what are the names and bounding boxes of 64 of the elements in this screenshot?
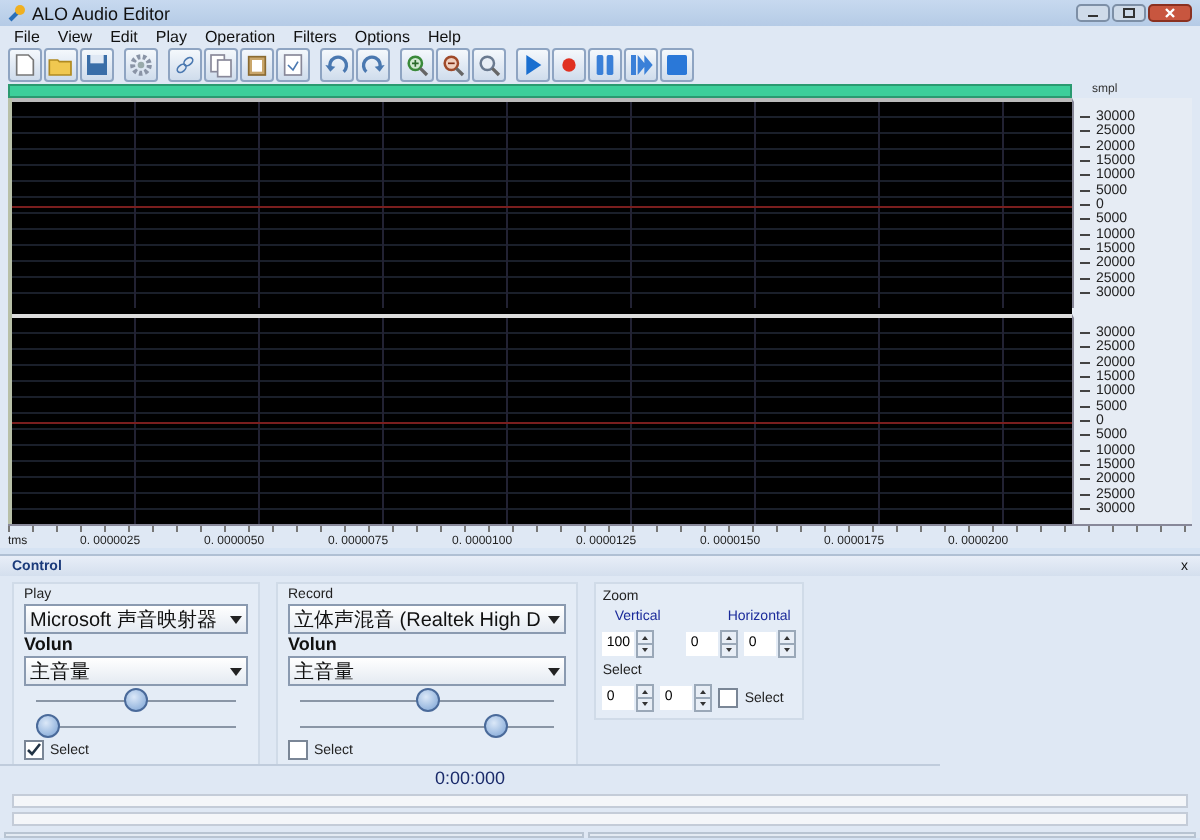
toolbar-button[interactable]: [204, 48, 238, 82]
menu-item[interactable]: Edit: [110, 27, 138, 45]
page-icon: [278, 50, 308, 80]
dropdown[interactable]: 立体声混音 (Realtek High D: [288, 604, 567, 634]
zoom-in-icon: [402, 50, 432, 80]
toolbar-button[interactable]: [400, 48, 434, 82]
toolbar-button[interactable]: [80, 48, 114, 82]
zoom-out-icon: [438, 50, 468, 80]
toolbar-button[interactable]: [320, 48, 354, 82]
dropdown[interactable]: 主音量: [24, 656, 248, 686]
menu-item[interactable]: Operation: [204, 27, 276, 45]
slider-thumb[interactable]: [484, 714, 509, 738]
spin-button[interactable]: [778, 630, 797, 658]
spin-button[interactable]: [636, 630, 655, 658]
menu-item[interactable]: Help: [427, 27, 461, 45]
fast-forward-icon: [626, 50, 656, 80]
menu-item[interactable]: Options: [354, 27, 410, 45]
minimize-button[interactable]: [1076, 4, 1110, 22]
toolbar-button[interactable]: [588, 48, 622, 82]
dropdown[interactable]: Microsoft 声音映射器: [24, 604, 248, 634]
toolbar-button[interactable]: [516, 48, 550, 82]
toolbar-button[interactable]: [44, 48, 78, 82]
horizontal-scrollbar[interactable]: [8, 84, 1072, 98]
menu-item[interactable]: View: [57, 27, 93, 45]
maximize-button[interactable]: [1112, 4, 1146, 22]
caret-icon: [548, 615, 561, 623]
menu-item[interactable]: Play: [155, 27, 187, 45]
magnifier-icon: [474, 50, 504, 80]
spin-button[interactable]: [636, 684, 655, 712]
time-display: 0:00:000: [0, 764, 940, 792]
window-title: ALO Audio Editor: [32, 3, 173, 23]
caret-icon: [548, 667, 561, 675]
checkbox[interactable]: [24, 740, 44, 760]
copy-icon: [206, 50, 236, 80]
caret-icon: [230, 667, 242, 675]
toolbar-button[interactable]: [168, 48, 202, 82]
stop-icon: [662, 50, 692, 80]
toolbar-button[interactable]: [472, 48, 506, 82]
app-icon: [8, 4, 26, 22]
caret-icon: [230, 615, 242, 623]
toolbar-button[interactable]: [124, 48, 158, 82]
volume-label: Volun: [24, 636, 75, 654]
document-icon: [10, 50, 40, 80]
waveform-display[interactable]: [8, 98, 1072, 524]
spin-button[interactable]: [720, 630, 739, 658]
spin-button[interactable]: [694, 684, 713, 712]
checkbox[interactable]: [288, 740, 308, 760]
toolbar-button[interactable]: [552, 48, 586, 82]
toolbar-button[interactable]: [624, 48, 658, 82]
gear-icon: [126, 50, 156, 80]
menu-item[interactable]: File: [14, 27, 40, 45]
toolbar-button[interactable]: [436, 48, 470, 82]
toolbar-button[interactable]: [8, 48, 42, 82]
close-button[interactable]: [1148, 4, 1192, 22]
slider-thumb[interactable]: [415, 688, 440, 712]
slider-thumb[interactable]: [36, 714, 60, 738]
toolbar-button[interactable]: [660, 48, 694, 82]
slider-thumb[interactable]: [124, 688, 148, 712]
toolbar-button[interactable]: [356, 48, 390, 82]
dropdown[interactable]: 主音量: [288, 656, 567, 686]
menu-item[interactable]: Filters: [293, 27, 337, 45]
checkbox[interactable]: [718, 688, 739, 708]
volume-label: Volun: [288, 636, 339, 654]
toolbar-button[interactable]: [276, 48, 310, 82]
